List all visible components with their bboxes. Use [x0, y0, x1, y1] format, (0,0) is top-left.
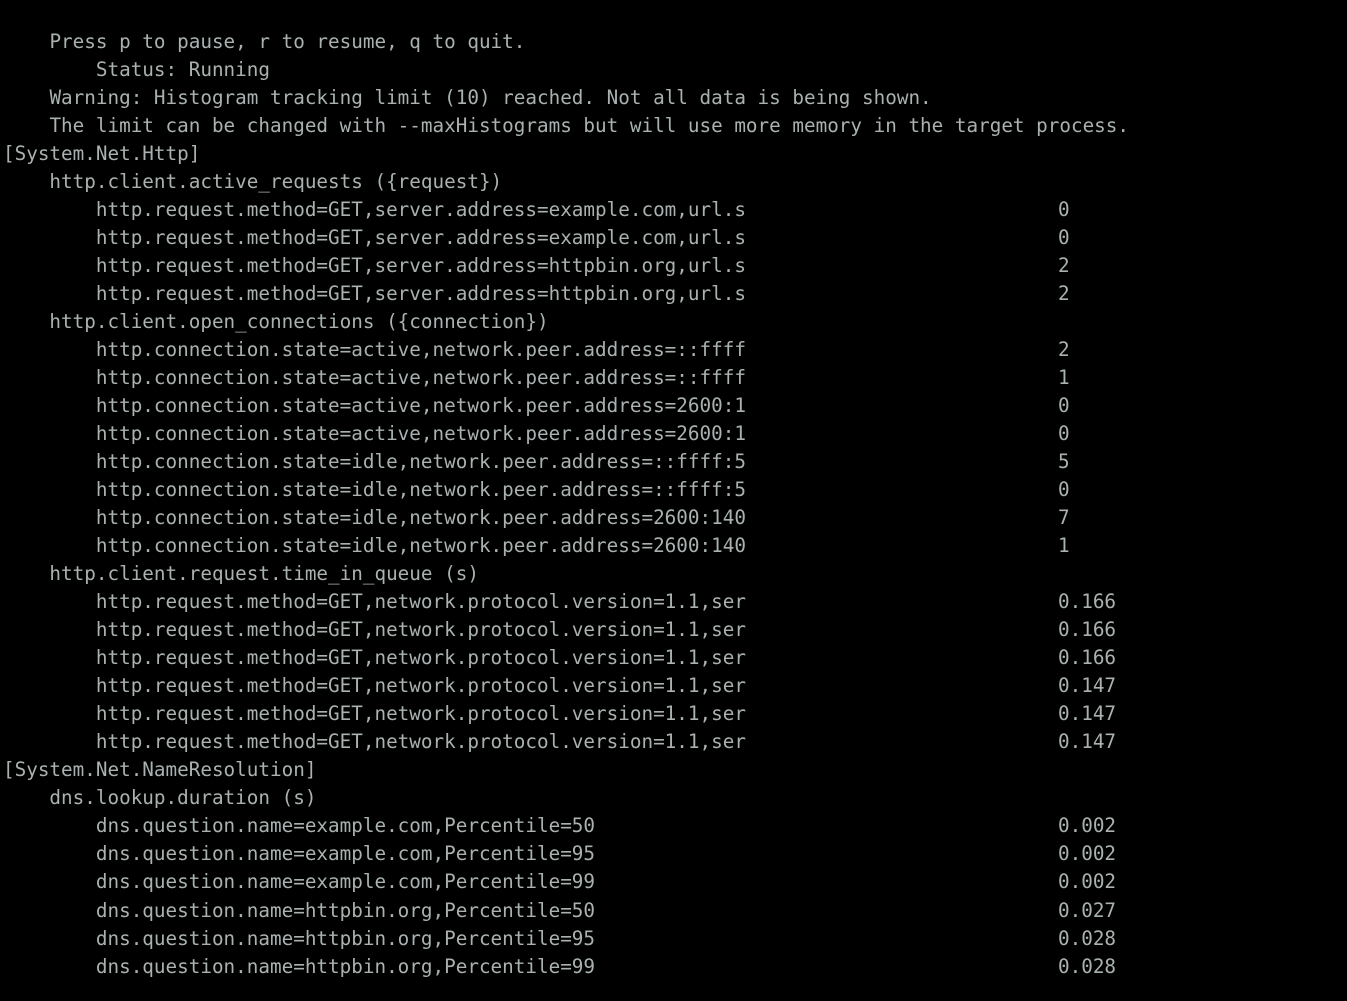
metric-name: http.client.request.time_in_queue (s)	[3, 562, 479, 586]
metric-header: http.client.request.time_in_queue (s)	[0, 560, 1347, 588]
metric-row-label: http.request.method=GET,network.protocol…	[3, 730, 746, 754]
metric-row-value: 1	[1058, 366, 1070, 390]
metric-row-label: http.request.method=GET,network.protocol…	[3, 702, 746, 726]
metric-row-value: 0.147	[1058, 674, 1117, 698]
metric-row: http.connection.state=active,network.pee…	[0, 336, 1347, 364]
keys-hint-line: Press p to pause, r to resume, q to quit…	[0, 0, 1347, 53]
metric-row-label: dns.question.name=example.com,Percentile…	[3, 814, 596, 838]
metric-row-label: http.request.method=GET,server.address=e…	[3, 198, 746, 222]
warning-line-1: Warning: Histogram tracking limit (10) r…	[0, 56, 1347, 109]
metric-row: http.request.method=GET,network.protocol…	[0, 588, 1347, 616]
metric-row-value: 0.002	[1058, 870, 1117, 894]
metric-row-value: 0.002	[1058, 842, 1117, 866]
metric-row: http.connection.state=active,network.pee…	[0, 364, 1347, 392]
metric-header: http.client.active_requests ({request})	[0, 168, 1347, 196]
metric-row-label: http.request.method=GET,server.address=h…	[3, 254, 746, 278]
metric-row-value: 0.166	[1058, 646, 1117, 670]
metric-row-label: dns.question.name=example.com,Percentile…	[3, 842, 596, 866]
metric-name: http.client.active_requests ({request})	[3, 170, 503, 194]
metric-row: http.connection.state=idle,network.peer.…	[0, 448, 1347, 476]
metric-row: http.connection.state=active,network.pee…	[0, 420, 1347, 448]
metric-row-value: 0.166	[1058, 618, 1117, 642]
metric-row-value: 2	[1058, 254, 1070, 278]
metric-row-value: 7	[1058, 506, 1070, 530]
provider-name: [System.Net.Http]	[3, 142, 201, 166]
metric-name: http.client.open_connections ({connectio…	[3, 310, 549, 334]
metric-row: http.request.method=GET,network.protocol…	[0, 728, 1347, 756]
metric-row-label: http.connection.state=active,network.pee…	[3, 422, 746, 446]
metric-row-value: 0	[1058, 226, 1070, 250]
metric-row-label: http.request.method=GET,server.address=e…	[3, 226, 746, 250]
warning-line-2: The limit can be changed with --maxHisto…	[0, 84, 1347, 137]
metric-row-label: http.connection.state=idle,network.peer.…	[3, 506, 746, 530]
metric-row-value: 2	[1058, 282, 1070, 306]
status-line: Status: Running	[0, 28, 1347, 81]
metric-row-value: 0	[1058, 394, 1070, 418]
metric-row-label: http.connection.state=active,network.pee…	[3, 338, 746, 362]
metric-row-label: http.request.method=GET,network.protocol…	[3, 674, 746, 698]
metric-row-value: 0.028	[1058, 926, 1117, 950]
metric-row: http.request.method=GET,network.protocol…	[0, 700, 1347, 728]
metric-row-value: 0.147	[1058, 730, 1117, 754]
metric-row-value: 5	[1058, 450, 1070, 474]
metric-row-label: http.request.method=GET,network.protocol…	[3, 590, 746, 614]
metric-row-value: 0.002	[1058, 814, 1117, 838]
metric-row-value: 0	[1058, 478, 1070, 502]
metric-row-label: dns.question.name=httpbin.org,Percentile…	[3, 898, 596, 922]
metric-header: dns.lookup.duration (s)	[0, 784, 1347, 812]
metric-row: http.request.method=GET,network.protocol…	[0, 616, 1347, 644]
metric-row-value: 0	[1058, 198, 1070, 222]
metric-row-label: http.connection.state=idle,network.peer.…	[3, 450, 746, 474]
metric-row-value: 0.028	[1058, 954, 1117, 978]
metric-row: http.connection.state=idle,network.peer.…	[0, 476, 1347, 504]
metric-row: http.connection.state=active,network.pee…	[0, 392, 1347, 420]
metric-row-label: http.connection.state=active,network.pee…	[3, 394, 746, 418]
metric-row: http.request.method=GET,server.address=e…	[0, 224, 1347, 252]
metric-row-label: dns.question.name=httpbin.org,Percentile…	[3, 954, 596, 978]
warning-text-2: The limit can be changed with --maxHisto…	[49, 114, 1130, 138]
metric-row: dns.question.name=example.com,Percentile…	[0, 868, 1347, 896]
metric-row-label: http.request.method=GET,server.address=h…	[3, 282, 746, 306]
metric-row-label: http.request.method=GET,network.protocol…	[3, 618, 746, 642]
metric-row: http.connection.state=idle,network.peer.…	[0, 504, 1347, 532]
metric-row: dns.question.name=example.com,Percentile…	[0, 812, 1347, 840]
metric-row: http.request.method=GET,server.address=h…	[0, 280, 1347, 308]
metric-row: http.request.method=GET,network.protocol…	[0, 672, 1347, 700]
metric-row-value: 0.147	[1058, 702, 1117, 726]
metric-row: dns.question.name=httpbin.org,Percentile…	[0, 953, 1347, 981]
metric-row: http.request.method=GET,server.address=h…	[0, 252, 1347, 280]
metric-row-value: 0.027	[1058, 898, 1117, 922]
metric-header: http.client.open_connections ({connectio…	[0, 308, 1347, 336]
metric-row: http.request.method=GET,server.address=e…	[0, 196, 1347, 224]
metric-row-label: http.request.method=GET,network.protocol…	[3, 646, 746, 670]
provider-header: [System.Net.Http]	[0, 140, 1347, 168]
metric-name: dns.lookup.duration (s)	[3, 786, 317, 810]
metric-row: dns.question.name=example.com,Percentile…	[0, 840, 1347, 868]
metric-row-value: 0	[1058, 422, 1070, 446]
terminal-screen[interactable]: Press p to pause, r to resume, q to quit…	[0, 0, 1347, 1001]
metric-row: dns.question.name=httpbin.org,Percentile…	[0, 897, 1347, 925]
metric-row-value: 1	[1058, 534, 1070, 558]
provider-header: [System.Net.NameResolution]	[0, 756, 1347, 784]
metric-row: http.request.method=GET,network.protocol…	[0, 644, 1347, 672]
metric-row-label: http.connection.state=active,network.pee…	[3, 366, 746, 390]
provider-name: [System.Net.NameResolution]	[3, 758, 317, 782]
metric-row-label: http.connection.state=idle,network.peer.…	[3, 534, 746, 558]
metric-row: dns.question.name=httpbin.org,Percentile…	[0, 925, 1347, 953]
metric-row-value: 0.166	[1058, 590, 1117, 614]
metric-row-label: dns.question.name=example.com,Percentile…	[3, 870, 596, 894]
provider-list: [System.Net.Http] http.client.active_req…	[0, 140, 1347, 980]
metric-row-value: 2	[1058, 338, 1070, 362]
metric-row-label: dns.question.name=httpbin.org,Percentile…	[3, 926, 596, 950]
metric-row-label: http.connection.state=idle,network.peer.…	[3, 478, 746, 502]
metric-row: http.connection.state=idle,network.peer.…	[0, 532, 1347, 560]
